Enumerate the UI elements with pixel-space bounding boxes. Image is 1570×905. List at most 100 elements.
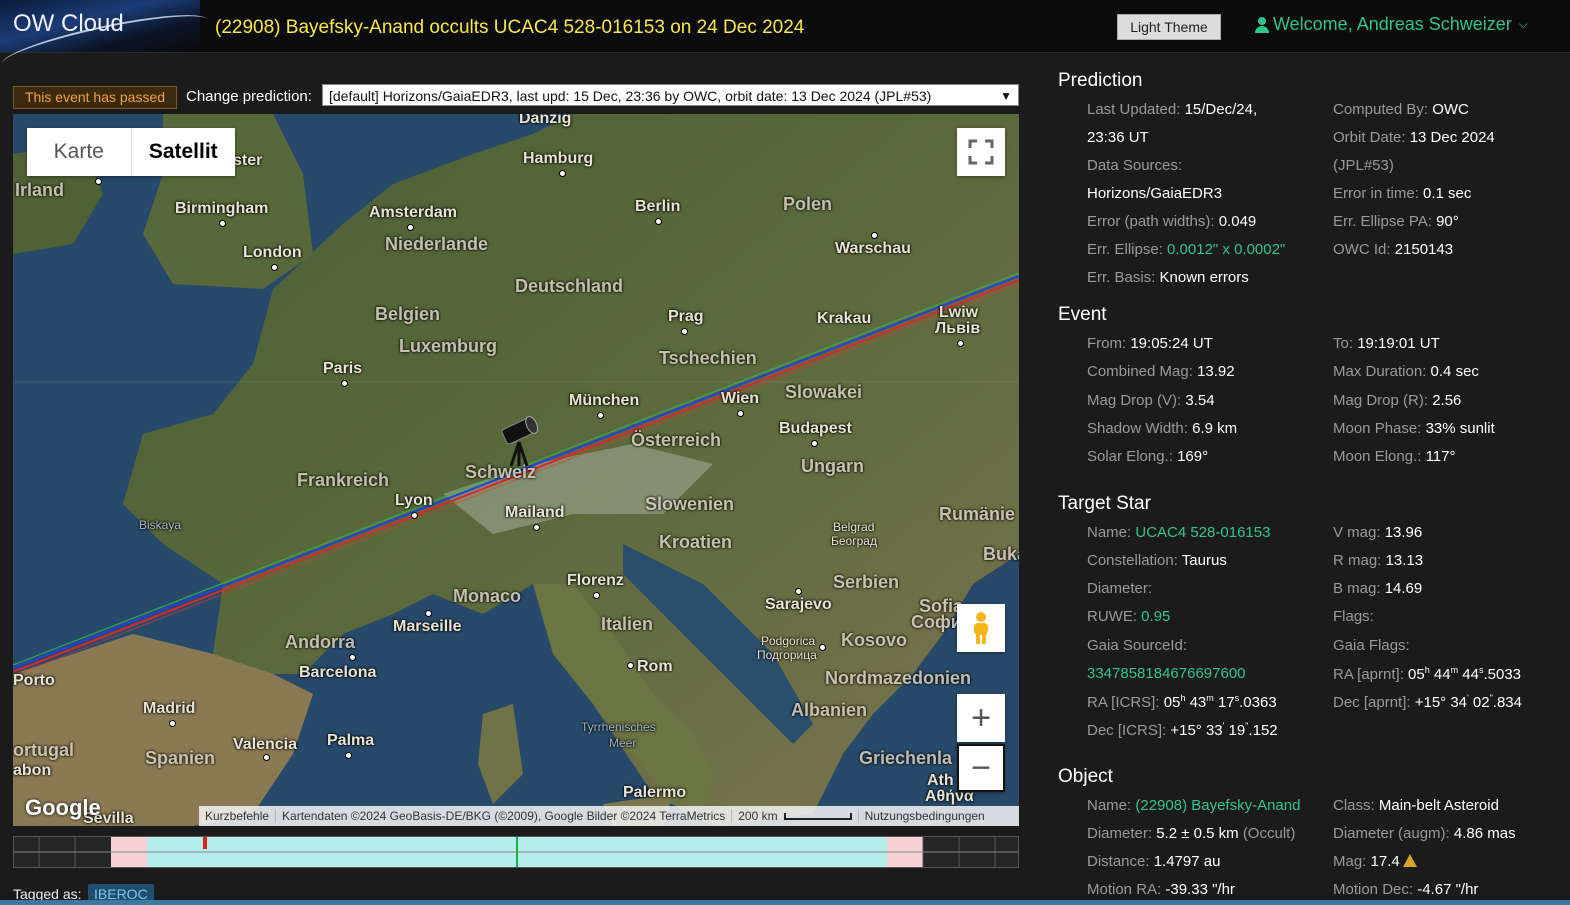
- city-marker: [533, 524, 540, 531]
- city-marker: [219, 220, 226, 227]
- map-label: Birmingham: [175, 200, 269, 217]
- keyboard-shortcuts-link[interactable]: Kurzbefehle: [199, 809, 277, 823]
- user-menu[interactable]: Welcome, Andreas Schweizer ⌵: [1255, 14, 1528, 35]
- ra-hours: 05: [1163, 694, 1181, 711]
- b-mag-field: B mag: 14.69: [1333, 580, 1422, 597]
- map-label: Tschechien: [659, 348, 757, 368]
- ra-fraction: .0363: [1239, 694, 1277, 711]
- warning-icon[interactable]: [1402, 854, 1417, 867]
- app-logo[interactable]: OW Cloud: [0, 0, 212, 80]
- logo-text: OW Cloud: [13, 10, 124, 37]
- map-label: Lyon: [395, 492, 433, 509]
- label: Mag Drop (V):: [1087, 392, 1182, 409]
- label: Name:: [1087, 797, 1132, 814]
- unit: h: [1424, 665, 1430, 675]
- value: +15° 34' 02".834: [1415, 693, 1522, 711]
- label: RA [aprnt]:: [1333, 666, 1404, 683]
- map-label: Österreich: [631, 430, 722, 450]
- data-sources-field: Data Sources:: [1087, 157, 1182, 174]
- unit: h: [1180, 693, 1186, 703]
- value: 13.96: [1384, 524, 1423, 541]
- from-field: From: 19:05:24 UT: [1087, 335, 1213, 352]
- city-marker: [593, 592, 600, 599]
- street-view-button[interactable]: [957, 604, 1005, 652]
- city-marker: [681, 328, 688, 335]
- map-label: Belgrad: [833, 520, 875, 534]
- ra-fraction: .5033: [1483, 666, 1522, 683]
- map-label: Warschau: [835, 240, 911, 257]
- value: 0.95: [1141, 608, 1171, 625]
- dec-degrees: +15° 33: [1170, 722, 1223, 739]
- map-label: Monaco: [453, 586, 522, 606]
- map-label: Sarajevo: [765, 596, 832, 613]
- target-star-heading: Target Star: [1058, 493, 1151, 514]
- map-type-satellit-button[interactable]: Satellit: [130, 128, 236, 176]
- map-label: Spanien: [145, 748, 216, 768]
- label: Class:: [1333, 797, 1375, 814]
- computed-by-field: Computed By: OWC: [1333, 101, 1469, 118]
- map-label: Slowenien: [645, 494, 735, 514]
- label: Computed By:: [1333, 101, 1429, 118]
- map-label: Albanien: [791, 700, 868, 720]
- map-view[interactable]: Danzig Hamburg Irland ster Birmingham Am…: [13, 114, 1019, 826]
- city-marker: [655, 218, 662, 225]
- fullscreen-button[interactable]: [957, 128, 1005, 176]
- value: 15/Dec/24,: [1184, 101, 1258, 118]
- label: Distance:: [1087, 853, 1150, 870]
- map-scale-label: 200 km: [738, 809, 778, 823]
- chevron-down-icon: ▼: [1000, 89, 1012, 103]
- gaia-source-link[interactable]: 3347858184676697600: [1087, 665, 1246, 682]
- label: Dec [aprnt]:: [1333, 694, 1411, 711]
- map-type-karte-button[interactable]: Karte: [27, 128, 131, 176]
- value: 33% sunlit: [1425, 420, 1495, 437]
- terms-link[interactable]: Nutzungsbedingungen: [859, 809, 991, 823]
- map-label: ster: [233, 152, 263, 169]
- map-scale[interactable]: 200 km: [732, 809, 859, 823]
- city-marker: [425, 610, 432, 617]
- last-updated-time: 23:36 UT: [1087, 129, 1149, 146]
- value: 05h 43m 17s.0363: [1163, 693, 1277, 711]
- map-label: Luxemburg: [399, 336, 498, 356]
- timeline-graphic: [14, 837, 1018, 867]
- value: 13 Dec 2024: [1409, 129, 1495, 146]
- event-timeline[interactable]: [13, 836, 1019, 868]
- map-label: Ungarn: [801, 456, 864, 476]
- label: Mag Drop (R):: [1333, 392, 1429, 409]
- value: Known errors: [1159, 269, 1249, 286]
- value: 5.2 ± 0.5 km: [1156, 825, 1239, 842]
- map-label: Mailand: [505, 504, 565, 521]
- diameter-source: (Occult): [1242, 825, 1296, 842]
- owc-id-field: OWC Id: 2150143: [1333, 241, 1453, 258]
- label: Motion RA:: [1087, 881, 1162, 898]
- light-theme-button[interactable]: Light Theme: [1117, 14, 1221, 40]
- shadow-width-field: Shadow Width: 6.9 km: [1087, 420, 1237, 437]
- map-label: Polen: [783, 194, 833, 214]
- ra-aprnt-field: RA [aprnt]: 05h 44m 44s.5033: [1333, 665, 1521, 683]
- zoom-out-button[interactable]: −: [957, 744, 1005, 792]
- object-name-link[interactable]: (22908) Bayefsky-Anand: [1135, 797, 1300, 814]
- city-marker: [349, 654, 356, 661]
- prediction-select[interactable]: [default] Horizons/GaiaEDR3, last upd: 1…: [322, 84, 1019, 106]
- event-status-badge: This event has passed: [13, 86, 177, 109]
- map-label: Rom: [637, 658, 673, 675]
- label: Motion Dec:: [1333, 881, 1414, 898]
- zoom-in-button[interactable]: +: [957, 694, 1005, 742]
- value: -39.33 "/hr: [1165, 881, 1235, 898]
- map-label: Rumänie: [939, 504, 1016, 524]
- value: 05h 44m 44s.5033: [1408, 665, 1522, 683]
- map-type-control: Karte Satellit: [27, 128, 235, 176]
- label: Diameter (augm):: [1333, 825, 1450, 842]
- err-ellipse-pa-field: Err. Ellipse PA: 90°: [1333, 213, 1459, 230]
- city-marker: [627, 662, 634, 669]
- ra-seconds: 44: [1462, 666, 1479, 683]
- telescope-icon[interactable]: [497, 410, 547, 470]
- value: 19:19:01 UT: [1357, 335, 1440, 352]
- city-marker: [819, 644, 826, 651]
- object-name-field: Name: (22908) Bayefsky-Anand: [1087, 797, 1300, 814]
- star-name-link[interactable]: UCAC4 528-016153: [1135, 524, 1270, 541]
- moon-phase-field: Moon Phase: 33% sunlit: [1333, 420, 1495, 437]
- err-ellipse-link[interactable]: 0.0012" x 0.0002": [1167, 241, 1285, 258]
- solar-elong-field: Solar Elong.: 169°: [1087, 448, 1208, 465]
- label: Combined Mag:: [1087, 363, 1193, 380]
- value: 3.54: [1185, 392, 1215, 409]
